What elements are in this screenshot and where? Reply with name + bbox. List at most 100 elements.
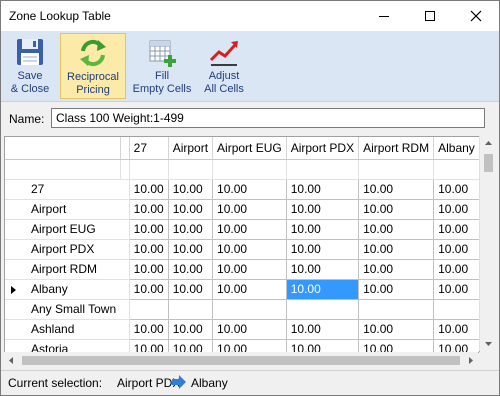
- row-header[interactable]: Ashland: [5, 319, 121, 340]
- row-spacer-cell: [120, 179, 130, 200]
- row-header[interactable]: 27: [5, 179, 121, 200]
- grid-cell[interactable]: 10.00: [286, 199, 360, 220]
- grid-cell[interactable]: 10.00: [286, 319, 360, 340]
- close-icon: [470, 10, 482, 22]
- column-header[interactable]: Airport EUG: [212, 137, 287, 160]
- grid-cell[interactable]: 10.00: [286, 219, 360, 240]
- vertical-scrollbar[interactable]: [479, 136, 497, 351]
- reciprocal-pricing-button[interactable]: Reciprocal Pricing: [60, 33, 126, 99]
- grid-cell[interactable]: 10.00: [129, 199, 169, 220]
- fill-empty-cells-label: Fill Empty Cells: [132, 70, 192, 95]
- grid-cell[interactable]: 10.00: [212, 279, 287, 300]
- grid-cell[interactable]: 10.00: [129, 259, 169, 280]
- minimize-button[interactable]: [361, 1, 407, 31]
- grid-cell[interactable]: 10.00: [168, 259, 214, 280]
- zone-table: 27 Airport Airport EUG Airport PDX Airport R…: [5, 137, 479, 352]
- column-header[interactable]: Airport: [168, 137, 214, 160]
- grid-cell[interactable]: 10.00: [358, 279, 435, 300]
- grid-cell[interactable]: 10.00: [168, 319, 214, 340]
- grid-cell[interactable]: 10.00: [286, 239, 360, 260]
- grid-cell[interactable]: 10.00: [212, 339, 287, 352]
- grid-cell[interactable]: 10.00: [433, 239, 479, 260]
- grid-cell[interactable]: 10.00: [433, 279, 479, 300]
- name-label: Name:: [9, 112, 45, 126]
- current-row-indicator-icon: [11, 285, 16, 294]
- row-header[interactable]: Albany: [5, 279, 121, 300]
- row-header[interactable]: Airport RDM: [5, 259, 121, 280]
- grid-cell[interactable]: [358, 299, 435, 320]
- table-row: Albany 10.00 10.00 10.00 10.00 10.00 10.00: [5, 279, 479, 300]
- grid-cell[interactable]: 10.00: [129, 279, 169, 300]
- grid-cell[interactable]: 10.00: [433, 339, 479, 352]
- grid-cell[interactable]: 10.00: [286, 339, 360, 352]
- grid-cell[interactable]: 10.00: [358, 179, 435, 200]
- grid-cell[interactable]: 10.00: [286, 259, 360, 280]
- adjust-all-cells-button[interactable]: Adjust All Cells: [198, 33, 250, 99]
- grid-cell[interactable]: 10.00: [212, 179, 287, 200]
- save-close-button[interactable]: Save & Close: [5, 33, 55, 99]
- grid-cell[interactable]: 10.00: [212, 319, 287, 340]
- grid-cell[interactable]: 10.00: [358, 319, 435, 340]
- scroll-up-arrow-icon: [485, 141, 492, 145]
- grid-cell[interactable]: 10.00: [168, 219, 214, 240]
- grid-cell[interactable]: 10.00: [358, 239, 435, 260]
- zone-grid[interactable]: 27 Airport Airport EUG Airport PDX Airport R…: [4, 136, 480, 353]
- grid-cell[interactable]: 10.00: [212, 199, 287, 220]
- grid-cell[interactable]: 10.00: [129, 219, 169, 240]
- grid-cell[interactable]: 10.00: [168, 199, 214, 220]
- name-input[interactable]: [51, 108, 485, 128]
- grid-cell[interactable]: [212, 299, 287, 320]
- row-spacer-cell: [120, 319, 130, 340]
- row-spacer-cell: [120, 199, 130, 220]
- row-header[interactable]: Airport EUG: [5, 219, 121, 240]
- grid-cell[interactable]: 10.00: [168, 179, 214, 200]
- row-spacer-cell: [120, 259, 130, 280]
- grid-cell[interactable]: 10.00: [433, 199, 479, 220]
- grid-cell[interactable]: [129, 299, 169, 320]
- maximize-button[interactable]: [407, 1, 453, 31]
- grid-cell[interactable]: 10.00: [286, 179, 360, 200]
- status-to: Albany: [191, 376, 228, 390]
- grid-cell[interactable]: 10.00: [433, 179, 479, 200]
- column-header[interactable]: Airport RDM: [358, 137, 435, 160]
- fill-empty-cells-button[interactable]: Fill Empty Cells: [131, 33, 193, 99]
- row-header[interactable]: Any Small Town: [5, 299, 121, 320]
- row-header[interactable]: Airport: [5, 199, 121, 220]
- row-label: Airport PDX: [31, 242, 95, 256]
- grid-cell[interactable]: 10.00: [212, 259, 287, 280]
- grid-cell[interactable]: 10.00: [358, 199, 435, 220]
- scroll-down-arrow-icon: [485, 342, 492, 346]
- column-header[interactable]: Airport PDX: [286, 137, 360, 160]
- grid-cell[interactable]: 10.00: [129, 319, 169, 340]
- grid-cell[interactable]: 10.00: [433, 219, 479, 240]
- grid-cell[interactable]: 10.00: [129, 239, 169, 260]
- grid-cell[interactable]: 10.00: [168, 339, 214, 352]
- save-close-label: Save & Close: [10, 70, 50, 95]
- grid-cell[interactable]: [433, 299, 479, 320]
- window-title: Zone Lookup Table: [9, 9, 111, 23]
- grid-cell[interactable]: 10.00: [168, 279, 214, 300]
- grid-cell[interactable]: 10.00: [433, 319, 479, 340]
- horizontal-scrollbar[interactable]: [4, 352, 478, 369]
- grid-cell[interactable]: 10.00: [129, 339, 169, 352]
- grid-cell[interactable]: 10.00: [358, 219, 435, 240]
- grid-cell[interactable]: 10.00: [358, 259, 435, 280]
- grid-cell[interactable]: [286, 299, 360, 320]
- scroll-thumb: [484, 154, 493, 172]
- grid-cell[interactable]: 10.00: [286, 279, 360, 300]
- column-header[interactable]: Albany: [433, 137, 479, 160]
- row-spacer-cell: [120, 219, 130, 240]
- column-header[interactable]: 27: [129, 137, 169, 160]
- grid-cell[interactable]: 10.00: [212, 239, 287, 260]
- scroll-right-arrow-icon: [469, 357, 473, 364]
- grid-cell[interactable]: 10.00: [168, 239, 214, 260]
- grid-cell[interactable]: 10.00: [212, 219, 287, 240]
- grid-cell[interactable]: [168, 299, 214, 320]
- grid-cell[interactable]: 10.00: [433, 259, 479, 280]
- table-row: Any Small Town: [5, 299, 479, 320]
- row-header[interactable]: Astoria: [5, 339, 121, 352]
- row-header[interactable]: Airport PDX: [5, 239, 121, 260]
- close-button[interactable]: [453, 1, 499, 31]
- grid-cell[interactable]: 10.00: [129, 179, 169, 200]
- grid-cell[interactable]: 10.00: [358, 339, 435, 352]
